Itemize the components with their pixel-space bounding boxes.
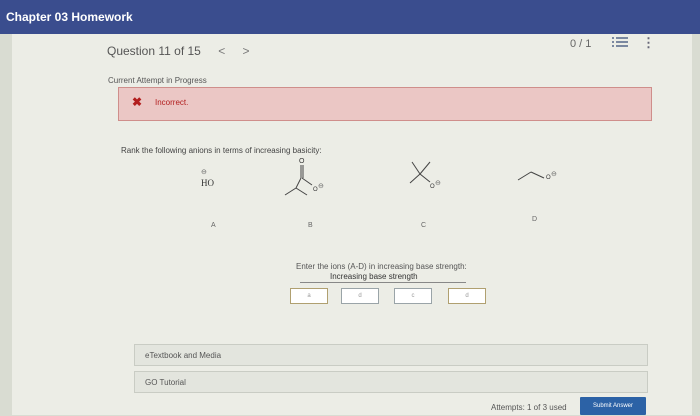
structure-a-formula: HO bbox=[201, 178, 214, 188]
structure-c-charge: ⊖ bbox=[435, 180, 441, 187]
feedback-message: Incorrect. bbox=[155, 98, 189, 107]
answer-slot-2[interactable]: d bbox=[341, 288, 379, 304]
answer-slot-4[interactable]: d bbox=[448, 288, 486, 304]
header-bar: Chapter 03 Homework bbox=[0, 0, 700, 34]
go-tutorial-label: GO Tutorial bbox=[145, 378, 186, 387]
divider bbox=[300, 282, 466, 283]
feedback-banner: ✖ Incorrect. bbox=[118, 87, 652, 121]
submit-answer-button[interactable]: Submit Answer bbox=[580, 397, 646, 415]
structure-d-charge: ⊖ bbox=[551, 171, 557, 178]
structure-c-skeleton bbox=[409, 161, 431, 184]
structure-b-skeleton bbox=[284, 165, 313, 196]
structure-a-label: A bbox=[211, 222, 216, 229]
attempt-status: Current Attempt in Progress bbox=[108, 76, 207, 85]
structure-b-charge: ⊖ bbox=[318, 183, 324, 190]
structure-c-o-anion: O bbox=[430, 184, 435, 190]
x-icon: ✖ bbox=[132, 95, 143, 109]
structure-b-label: B bbox=[308, 222, 313, 229]
question-nav: Question 11 of 15 < > bbox=[107, 44, 250, 58]
more-vertical-icon[interactable]: ⋮ bbox=[642, 35, 655, 51]
structure-a-charge: ⊖ bbox=[201, 168, 207, 176]
answer-slot-1[interactable]: a bbox=[290, 288, 328, 304]
structure-b-o-anion: O bbox=[313, 187, 318, 193]
answer-slot-3[interactable]: c bbox=[394, 288, 432, 304]
attempts-count: Attempts: 1 of 3 used bbox=[491, 403, 567, 412]
question-counter: Question 11 of 15 bbox=[107, 44, 201, 58]
go-tutorial-link[interactable]: GO Tutorial bbox=[134, 371, 648, 393]
page-title: Chapter 03 Homework bbox=[6, 10, 133, 24]
structure-d-o-anion: O bbox=[546, 175, 551, 181]
answer-instruction: Enter the ions (A-D) in increasing base … bbox=[296, 262, 467, 271]
prev-question-button[interactable]: < bbox=[218, 44, 225, 58]
etextbook-label: eTextbook and Media bbox=[145, 351, 222, 360]
etextbook-link[interactable]: eTextbook and Media bbox=[134, 344, 648, 366]
question-prompt: Rank the following anions in terms of in… bbox=[121, 146, 322, 155]
list-icon[interactable] bbox=[612, 36, 628, 48]
structure-d-label: D bbox=[532, 216, 538, 223]
structure-b-o-top: O bbox=[299, 158, 305, 165]
structure-c-label: C bbox=[421, 222, 427, 229]
score: 0 / 1 bbox=[570, 38, 592, 50]
question-panel: Question 11 of 15 < > 0 / 1 ⋮ Current At… bbox=[12, 34, 692, 415]
answer-subheader: Increasing base strength bbox=[330, 272, 418, 281]
next-question-button[interactable]: > bbox=[243, 44, 250, 58]
